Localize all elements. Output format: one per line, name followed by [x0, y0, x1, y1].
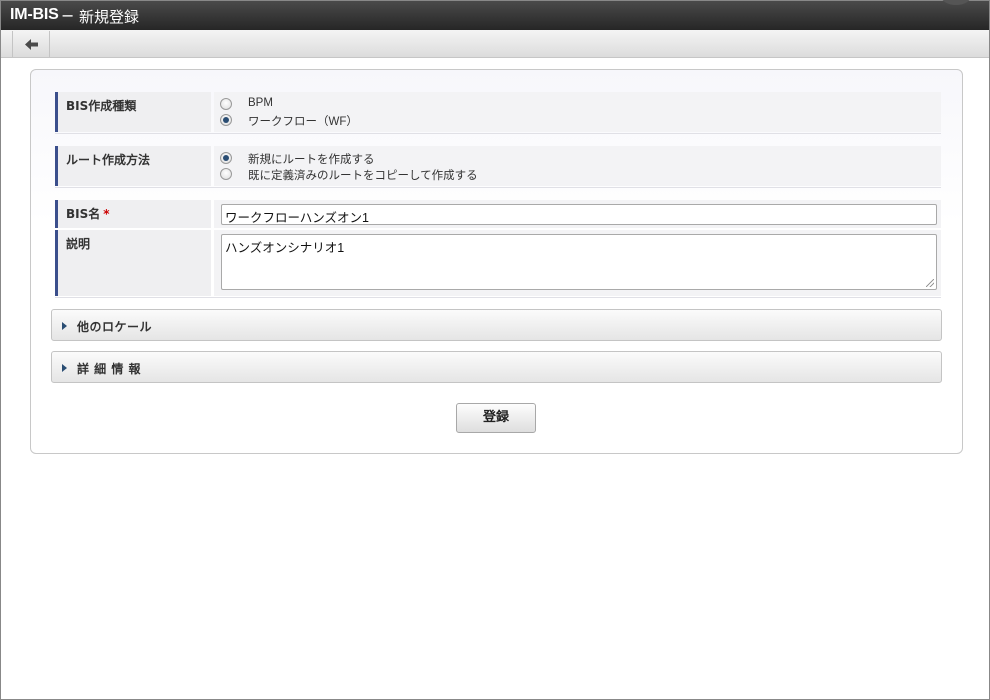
window-corner-decoration [941, 0, 971, 5]
app-name: IM-BIS [10, 6, 59, 23]
description-field: ハンズオンシナリオ1 [214, 230, 941, 296]
radio-new-route-label: 新規にルートを作成する [248, 154, 375, 166]
radio-workflow[interactable] [220, 114, 232, 126]
radio-new-route[interactable] [220, 152, 232, 164]
caret-right-icon [62, 322, 67, 330]
row-divider [55, 133, 941, 134]
radio-bpm-label: BPM [248, 97, 273, 109]
row-divider [55, 187, 941, 188]
page-title: 新規登録 [79, 8, 140, 26]
radio-bpm[interactable] [220, 98, 232, 110]
bis-name-row: BIS名 * ワークフローハンズオン1 [55, 200, 941, 228]
caret-right-icon [62, 364, 67, 372]
title-separator: − [61, 6, 75, 25]
section-details-title: 詳 細 情 報 [77, 362, 142, 376]
arrow-left-icon [25, 39, 38, 50]
required-mark: * [103, 207, 110, 221]
description-text: ハンズオンシナリオ1 [225, 241, 345, 255]
radio-copy-route-label: 既に定義済みのルートをコピーして作成する [248, 170, 478, 182]
title-bar: IM-BIS − 新規登録 [1, 0, 989, 30]
route-method-field: 新規にルートを作成する 既に定義済みのルートをコピーして作成する [214, 146, 941, 186]
section-other-locale[interactable]: 他のロケール [51, 309, 942, 341]
radio-workflow-label: ワークフロー（WF） [248, 116, 358, 128]
bis-name-field: ワークフローハンズオン1 [214, 200, 941, 228]
bis-name-label-text: BIS名 [66, 207, 101, 221]
route-method-label: ルート作成方法 [55, 146, 211, 186]
route-method-row: ルート作成方法 新規にルートを作成する 既に定義済みのルートをコピーして作成する [55, 146, 941, 188]
radio-copy-route[interactable] [220, 168, 232, 180]
bis-type-row: BIS作成種類 BPM ワークフロー（WF） [55, 92, 941, 134]
row-divider [55, 297, 941, 298]
bis-name-label: BIS名 * [55, 200, 211, 228]
section-details[interactable]: 詳 細 情 報 [51, 351, 942, 383]
back-button[interactable] [12, 31, 50, 57]
toolbar [1, 30, 989, 58]
register-button[interactable]: 登録 [456, 403, 536, 433]
description-row: 説明 ハンズオンシナリオ1 [55, 230, 941, 298]
bis-name-input[interactable]: ワークフローハンズオン1 [221, 204, 937, 225]
section-other-locale-title: 他のロケール [77, 320, 153, 334]
bis-type-field: BPM ワークフロー（WF） [214, 92, 941, 132]
registration-form-panel: BIS作成種類 BPM ワークフロー（WF） ルート作成方法 新規にルートを作成… [30, 69, 963, 454]
bis-type-label: BIS作成種類 [55, 92, 211, 132]
description-label: 説明 [55, 230, 211, 296]
description-textarea[interactable]: ハンズオンシナリオ1 [221, 234, 937, 290]
resize-grip-icon[interactable] [926, 279, 934, 287]
